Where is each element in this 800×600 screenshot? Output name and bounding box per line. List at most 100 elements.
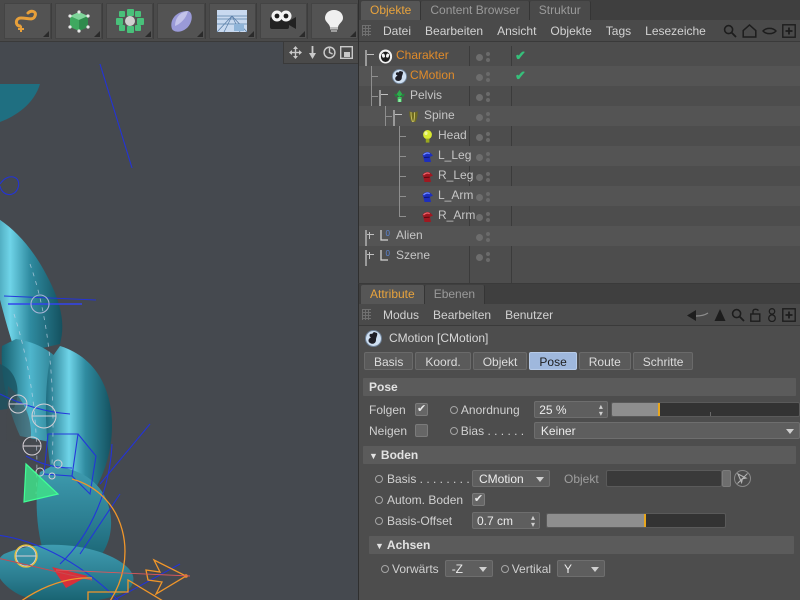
section-header-boden[interactable]: ▼ Boden bbox=[363, 446, 796, 464]
editor-visibility-dot[interactable] bbox=[476, 193, 483, 201]
tree-row-alien[interactable]: 0 Alien bbox=[359, 226, 800, 246]
slider-anordnung[interactable] bbox=[610, 402, 800, 417]
tree-row-r_arm[interactable]: R_Arm bbox=[359, 206, 800, 226]
tab-content-browser[interactable]: Content Browser bbox=[421, 1, 530, 20]
render-visibility-dots[interactable] bbox=[486, 232, 490, 242]
visibility-dots[interactable] bbox=[476, 152, 490, 162]
anim-track-vertikal[interactable] bbox=[500, 564, 509, 573]
tab-objekte[interactable]: Objekte bbox=[361, 1, 422, 20]
menu-tags[interactable]: Tags bbox=[599, 20, 638, 42]
editor-visibility-dot[interactable] bbox=[476, 153, 483, 161]
tab-ebenen[interactable]: Ebenen bbox=[424, 285, 486, 304]
render-visibility-dots[interactable] bbox=[486, 192, 490, 202]
tree-row-cmotion[interactable]: CMotion ✔ bbox=[359, 66, 800, 86]
render-visibility-dots[interactable] bbox=[486, 152, 490, 162]
objekt-link-nub[interactable] bbox=[721, 470, 731, 487]
dropdown-vertikal[interactable]: Y bbox=[557, 560, 606, 577]
viewport-scene[interactable] bbox=[0, 64, 358, 600]
render-visibility-dots[interactable] bbox=[486, 132, 490, 142]
menu-datei[interactable]: Datei bbox=[376, 20, 418, 42]
visibility-dots[interactable] bbox=[476, 252, 490, 262]
visibility-dots[interactable] bbox=[476, 92, 490, 102]
move-icon[interactable] bbox=[289, 46, 302, 59]
tree-row-l_leg[interactable]: L_Leg bbox=[359, 146, 800, 166]
render-visibility-dots[interactable] bbox=[486, 252, 490, 262]
menu-bearbeiten[interactable]: Bearbeiten bbox=[426, 304, 498, 326]
camera-icon[interactable] bbox=[259, 2, 307, 39]
expand-icon[interactable] bbox=[365, 250, 367, 266]
editor-visibility-dot[interactable] bbox=[476, 113, 483, 121]
editor-visibility-dot[interactable] bbox=[476, 73, 483, 81]
editor-visibility-dot[interactable] bbox=[476, 173, 483, 181]
deformer-icon[interactable] bbox=[157, 2, 205, 39]
user-icon[interactable] bbox=[767, 308, 777, 322]
search-icon[interactable] bbox=[723, 24, 737, 38]
tree-row-head[interactable]: Head bbox=[359, 126, 800, 146]
object-tree[interactable]: Charakter ✔ CMotion ✔ Pelvis Spine Head L_Leg R_… bbox=[359, 46, 800, 283]
menu-objekte[interactable]: Objekte bbox=[543, 20, 598, 42]
input-anordnung[interactable]: 25 % ▴ ▾ bbox=[534, 401, 608, 418]
tab-objekt[interactable]: Objekt bbox=[472, 352, 528, 370]
tab-pose[interactable]: Pose bbox=[529, 352, 577, 370]
panel-grip-handle[interactable] bbox=[362, 309, 371, 320]
expand-icon[interactable] bbox=[365, 230, 367, 246]
tab-struktur[interactable]: Struktur bbox=[529, 1, 591, 20]
tag-check-icon[interactable]: ✔ bbox=[515, 49, 526, 62]
tab-route[interactable]: Route bbox=[578, 352, 631, 370]
render-visibility-dots[interactable] bbox=[486, 212, 490, 222]
rotate-icon[interactable] bbox=[323, 46, 336, 59]
spinner-anordnung[interactable]: ▴ ▾ bbox=[599, 402, 603, 417]
collapse-icon[interactable] bbox=[393, 110, 395, 126]
anim-track-basis-offset[interactable] bbox=[375, 516, 383, 525]
render-visibility-dots[interactable] bbox=[486, 92, 490, 102]
menu-modus[interactable]: Modus bbox=[376, 304, 426, 326]
anim-track-vorwaerts[interactable] bbox=[381, 564, 389, 573]
home-icon[interactable] bbox=[742, 24, 757, 38]
nurbs-generator-icon[interactable] bbox=[106, 2, 154, 39]
editor-visibility-dot[interactable] bbox=[476, 253, 483, 261]
dropdown-basis[interactable]: CMotion bbox=[472, 470, 550, 487]
checkbox-neigen[interactable] bbox=[415, 424, 428, 437]
input-objekt-link[interactable] bbox=[605, 470, 722, 487]
editor-visibility-dot[interactable] bbox=[476, 93, 483, 101]
input-basis-offset[interactable]: 0.7 cm ▴ ▾ bbox=[472, 512, 540, 529]
visibility-dots[interactable] bbox=[476, 132, 490, 142]
tree-row-r_leg[interactable]: R_Leg bbox=[359, 166, 800, 186]
add-icon[interactable] bbox=[782, 308, 796, 322]
tree-row-pelvis[interactable]: Pelvis bbox=[359, 86, 800, 106]
slider-basis-offset-marker[interactable] bbox=[643, 514, 646, 527]
visibility-dots[interactable] bbox=[476, 72, 490, 82]
light-icon[interactable] bbox=[310, 2, 358, 39]
pick-object-icon[interactable] bbox=[733, 470, 751, 487]
maximize-view-icon[interactable] bbox=[340, 46, 353, 59]
tag-check-icon[interactable]: ✔ bbox=[515, 69, 526, 82]
render-visibility-dots[interactable] bbox=[486, 72, 490, 82]
spinner-basis-offset[interactable]: ▴ ▾ bbox=[531, 513, 535, 528]
visibility-dots[interactable] bbox=[476, 192, 490, 202]
render-visibility-dots[interactable] bbox=[486, 52, 490, 62]
slider-anordnung-marker[interactable] bbox=[657, 403, 660, 416]
visibility-dots[interactable] bbox=[476, 232, 490, 242]
tree-row-l_arm[interactable]: L_Arm bbox=[359, 186, 800, 206]
visibility-dots[interactable] bbox=[476, 112, 490, 122]
menu-bearbeiten[interactable]: Bearbeiten bbox=[418, 20, 490, 42]
anim-track-autom-boden[interactable] bbox=[375, 495, 383, 504]
tree-row-charakter[interactable]: Charakter ✔ bbox=[359, 46, 800, 66]
checkbox-folgen[interactable]: ✔ bbox=[415, 403, 428, 416]
menu-benutzer[interactable]: Benutzer bbox=[498, 304, 560, 326]
render-visibility-dots[interactable] bbox=[486, 172, 490, 182]
editor-visibility-dot[interactable] bbox=[476, 213, 483, 221]
scale-icon[interactable] bbox=[306, 46, 319, 59]
unlock-icon[interactable] bbox=[750, 308, 762, 322]
back-arrow-icon[interactable] bbox=[687, 309, 709, 322]
tab-attribute[interactable]: Attribute bbox=[361, 285, 425, 304]
checkbox-autom-boden[interactable]: ✔ bbox=[472, 493, 485, 506]
panel-grip-handle[interactable] bbox=[362, 25, 371, 36]
spline-tool-icon[interactable] bbox=[4, 2, 52, 39]
slider-basis-offset[interactable] bbox=[546, 513, 726, 528]
3d-viewport[interactable] bbox=[0, 42, 358, 600]
visibility-dots[interactable] bbox=[476, 212, 490, 222]
anim-track-basis[interactable] bbox=[375, 474, 383, 483]
section-header-pose[interactable]: Pose bbox=[363, 378, 796, 396]
dropdown-vorwaerts[interactable]: -Z bbox=[444, 560, 493, 577]
